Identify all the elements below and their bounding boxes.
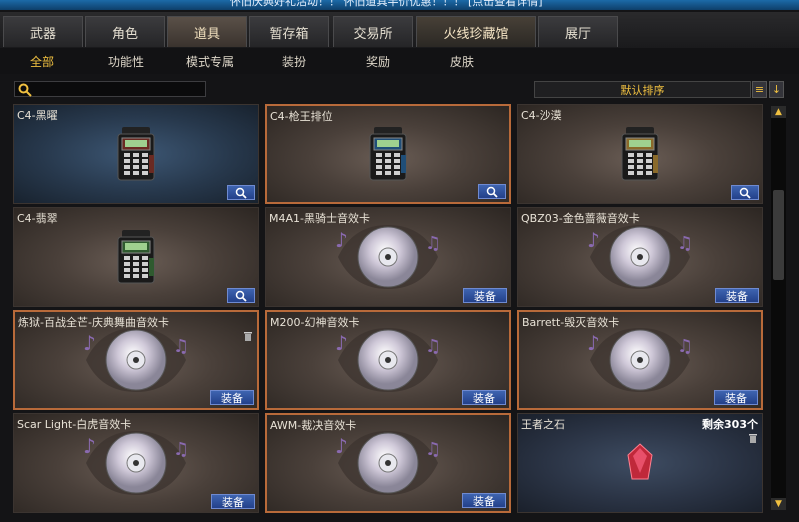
subtab-functional[interactable]: 功能性 bbox=[84, 48, 168, 74]
subtab-all[interactable]: 全部 bbox=[0, 48, 84, 74]
c4-icon bbox=[621, 127, 659, 181]
svg-text:♫: ♫ bbox=[425, 336, 441, 357]
item-card[interactable]: Barrett-毁灭音效卡 ♪ ♫ 装备 bbox=[517, 310, 763, 410]
equip-button[interactable]: 装备 bbox=[463, 288, 507, 303]
item-card[interactable]: M4A1-黑骑士音效卡 ♪ ♫ 装备 bbox=[265, 207, 511, 307]
sound-card-disc-icon: ♪ ♫ bbox=[335, 225, 441, 289]
item-card[interactable]: C4-翡翠 bbox=[13, 207, 259, 307]
sound-card-disc-icon: ♪ ♫ bbox=[83, 431, 189, 495]
equip-button[interactable]: 装备 bbox=[211, 494, 255, 509]
tab-showroom[interactable]: 展厅 bbox=[538, 16, 618, 47]
scroll-up-icon[interactable]: ▲ bbox=[771, 106, 786, 118]
equip-button[interactable]: 装备 bbox=[462, 493, 506, 508]
sound-card-disc-icon: ♪ ♫ bbox=[83, 328, 189, 392]
scroll-thumb[interactable] bbox=[773, 190, 784, 280]
tab-items[interactable]: 道具 bbox=[167, 16, 247, 47]
magnify-icon bbox=[486, 186, 498, 198]
tab-weapons[interactable]: 武器 bbox=[3, 16, 83, 47]
subtab-skins[interactable]: 皮肤 bbox=[420, 48, 504, 74]
item-name: C4-翡翠 bbox=[17, 212, 58, 225]
svg-text:♫: ♫ bbox=[173, 439, 189, 460]
sort-direction-icon[interactable]: ↓ bbox=[769, 81, 784, 98]
trash-icon[interactable] bbox=[748, 432, 758, 443]
svg-text:♪: ♪ bbox=[335, 331, 348, 355]
item-card[interactable]: 炼狱-百战全芒-庆典舞曲音效卡 ♪ ♫ 装备 bbox=[13, 310, 259, 410]
search-input[interactable] bbox=[14, 81, 206, 97]
preview-button[interactable] bbox=[478, 184, 506, 199]
subtab-mode-exclusive[interactable]: 模式专属 bbox=[168, 48, 252, 74]
equip-button[interactable]: 装备 bbox=[714, 390, 758, 405]
main-tabs: 武器 角色 道具 暂存箱 交易所 火线珍藏馆 展厅 bbox=[0, 12, 799, 49]
item-name: C4-沙漠 bbox=[521, 109, 562, 122]
equip-button[interactable]: 装备 bbox=[462, 390, 506, 405]
tab-collection[interactable]: 火线珍藏馆 bbox=[416, 16, 536, 47]
preview-button[interactable] bbox=[227, 185, 255, 200]
list-view-icon[interactable]: ≡ bbox=[752, 81, 767, 98]
item-grid: C4-黑曜 C4-枪王排位 C4-沙漠 C4-翡翠 M4A1-黑骑士音效卡 ♪ ♫ 装备 QBZ… bbox=[13, 104, 765, 513]
preview-button[interactable] bbox=[731, 185, 759, 200]
svg-text:♪: ♪ bbox=[83, 434, 96, 458]
magnify-icon bbox=[739, 187, 751, 199]
scroll-down-icon[interactable]: ▼ bbox=[771, 498, 786, 510]
svg-text:♫: ♫ bbox=[173, 336, 189, 357]
svg-text:♫: ♫ bbox=[677, 336, 693, 357]
svg-text:♪: ♪ bbox=[83, 331, 96, 355]
svg-text:♪: ♪ bbox=[587, 331, 600, 355]
item-name: C4-枪王排位 bbox=[270, 110, 333, 123]
tab-storage[interactable]: 暂存箱 bbox=[249, 16, 329, 47]
item-name: C4-黑曜 bbox=[17, 109, 58, 122]
banner-text: 怀旧庆典好礼活动！！ 怀旧道具半价优惠！！！ [点击查看详情] bbox=[230, 0, 543, 8]
magnify-icon bbox=[235, 290, 247, 302]
sub-tabs: 全部 功能性 模式专属 装扮 奖励 皮肤 bbox=[0, 48, 799, 74]
svg-text:♫: ♫ bbox=[677, 233, 693, 254]
equip-button[interactable]: 装备 bbox=[210, 390, 254, 405]
item-card[interactable]: C4-沙漠 bbox=[517, 104, 763, 204]
sound-card-disc-icon: ♪ ♫ bbox=[335, 328, 441, 392]
svg-text:♪: ♪ bbox=[335, 434, 348, 458]
svg-text:♫: ♫ bbox=[425, 439, 441, 460]
sound-card-disc-icon: ♪ ♫ bbox=[587, 328, 693, 392]
c4-icon bbox=[117, 127, 155, 181]
item-card[interactable]: M200-幻神音效卡 ♪ ♫ 装备 bbox=[265, 310, 511, 410]
magnify-icon bbox=[235, 187, 247, 199]
equip-button[interactable]: 装备 bbox=[715, 288, 759, 303]
svg-text:♪: ♪ bbox=[335, 228, 348, 252]
item-card[interactable]: QBZ03-金色蔷薇音效卡 ♪ ♫ 装备 bbox=[517, 207, 763, 307]
sound-card-disc-icon: ♪ ♫ bbox=[587, 225, 693, 289]
search-icon bbox=[18, 83, 32, 97]
item-card[interactable]: AWM-裁决音效卡 ♪ ♫ 装备 bbox=[265, 413, 511, 513]
sort-label: 默认排序 bbox=[620, 83, 665, 97]
svg-text:♪: ♪ bbox=[587, 228, 600, 252]
item-card[interactable]: 王者之石 剩余303个 bbox=[517, 413, 763, 513]
event-banner[interactable]: 怀旧庆典好礼活动！！ 怀旧道具半价优惠！！！ [点击查看详情] bbox=[0, 0, 799, 10]
subtab-rewards[interactable]: 奖励 bbox=[336, 48, 420, 74]
kings-stone-icon bbox=[627, 443, 653, 480]
preview-button[interactable] bbox=[227, 288, 255, 303]
tab-characters[interactable]: 角色 bbox=[85, 16, 165, 47]
remaining-count: 剩余303个 bbox=[702, 418, 758, 431]
sound-card-disc-icon: ♪ ♫ bbox=[335, 431, 441, 495]
item-card[interactable]: C4-枪王排位 bbox=[265, 104, 511, 204]
tab-exchange[interactable]: 交易所 bbox=[333, 16, 413, 47]
trash-icon[interactable] bbox=[243, 330, 253, 341]
svg-text:♫: ♫ bbox=[425, 233, 441, 254]
item-name: 王者之石 bbox=[521, 418, 565, 431]
c4-icon bbox=[117, 230, 155, 284]
c4-icon bbox=[369, 127, 407, 181]
item-card[interactable]: C4-黑曜 bbox=[13, 104, 259, 204]
scrollbar[interactable]: ▲ ▼ bbox=[771, 106, 786, 510]
subtab-dressup[interactable]: 装扮 bbox=[252, 48, 336, 74]
item-card[interactable]: Scar Light-白虎音效卡 ♪ ♫ 装备 bbox=[13, 413, 259, 513]
sort-dropdown[interactable]: 默认排序 bbox=[534, 81, 751, 98]
